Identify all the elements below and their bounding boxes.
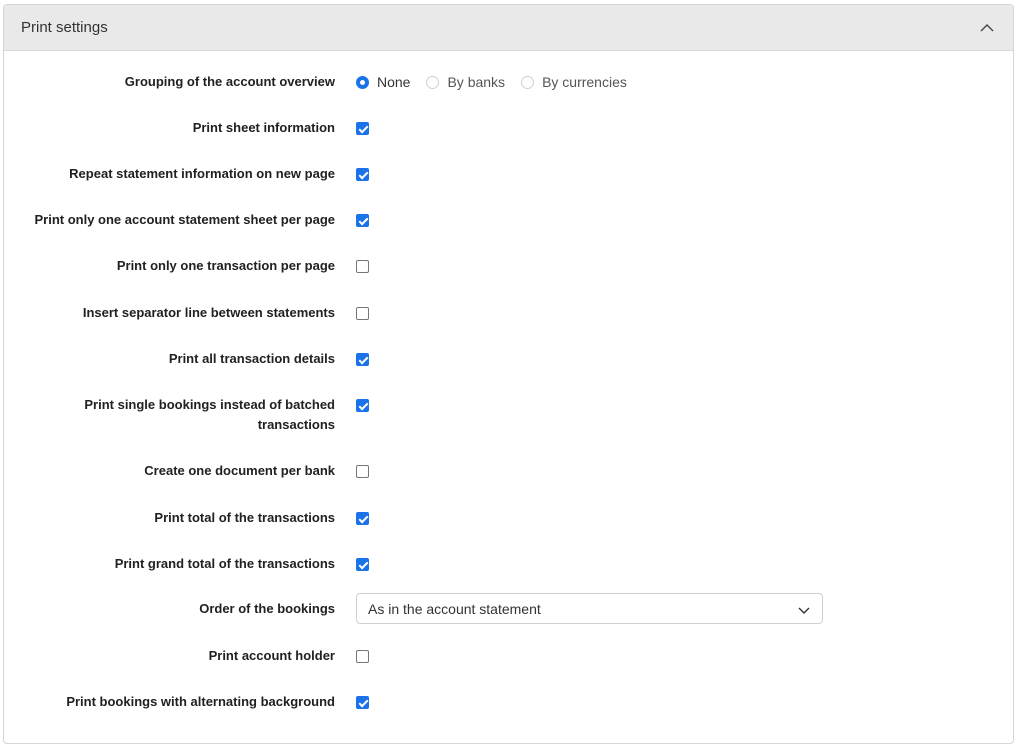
print-settings-panel: Print settings Grouping of the account o… bbox=[3, 4, 1014, 744]
setting-label: Print sheet information bbox=[192, 120, 335, 135]
setting-label: Print grand total of the transactions bbox=[114, 556, 335, 571]
grouping-radio-group: None By banks By currencies bbox=[356, 72, 643, 92]
grouping-label: Grouping of the account overview bbox=[124, 74, 335, 89]
setting-row: Print all transaction details bbox=[4, 349, 1013, 369]
setting-row: Print only one account statement sheet p… bbox=[4, 210, 1013, 230]
radio-option-by-banks[interactable]: By banks bbox=[426, 74, 505, 90]
setting-label: Print only one transaction per page bbox=[116, 258, 335, 273]
setting-row: Print single bookings instead of batched… bbox=[4, 395, 1013, 435]
setting-row: Create one document per bank bbox=[4, 461, 1013, 481]
setting-label: Create one document per bank bbox=[144, 463, 335, 478]
chevron-up-icon[interactable] bbox=[977, 18, 997, 38]
setting-row: Print bookings with alternating backgrou… bbox=[4, 692, 1013, 712]
radio-option-by-currencies[interactable]: By currencies bbox=[521, 74, 627, 90]
order-select-value: As in the account statement bbox=[368, 600, 541, 617]
grouping-row: Grouping of the account overview None By… bbox=[4, 72, 1013, 92]
panel-header[interactable]: Print settings bbox=[4, 5, 1013, 51]
setting-checkbox[interactable] bbox=[356, 307, 369, 320]
chevron-down-icon bbox=[798, 601, 810, 617]
setting-checkbox[interactable] bbox=[356, 214, 369, 227]
setting-checkbox[interactable] bbox=[356, 512, 369, 525]
radio-by-banks[interactable] bbox=[426, 75, 440, 89]
setting-label: Repeat statement information on new page bbox=[69, 166, 335, 181]
setting-row: Print grand total of the transactions bbox=[4, 554, 1013, 574]
setting-label: Print single bookings instead of batched… bbox=[84, 397, 335, 432]
radio-none[interactable] bbox=[356, 75, 369, 89]
setting-label: Print all transaction details bbox=[168, 351, 335, 366]
order-select[interactable]: As in the account statement bbox=[356, 593, 823, 624]
radio-option-none[interactable]: None bbox=[356, 74, 410, 90]
setting-checkbox[interactable] bbox=[356, 260, 369, 273]
setting-label: Print only one account statement sheet p… bbox=[34, 212, 335, 227]
setting-checkbox[interactable] bbox=[356, 696, 369, 709]
setting-checkbox[interactable] bbox=[356, 558, 369, 571]
order-label: Order of the bookings bbox=[199, 601, 335, 616]
radio-by-currencies-label: By currencies bbox=[542, 74, 627, 90]
setting-label: Insert separator line between statements bbox=[82, 305, 335, 320]
setting-label: Print bookings with alternating backgrou… bbox=[66, 694, 335, 709]
setting-checkbox[interactable] bbox=[356, 122, 369, 135]
setting-row: Insert separator line between statements bbox=[4, 303, 1013, 323]
setting-checkbox[interactable] bbox=[356, 399, 369, 412]
setting-checkbox[interactable] bbox=[356, 168, 369, 181]
setting-checkbox[interactable] bbox=[356, 650, 369, 663]
setting-row: Print only one transaction per page bbox=[4, 256, 1013, 276]
setting-row: Repeat statement information on new page bbox=[4, 164, 1013, 184]
radio-by-banks-label: By banks bbox=[447, 74, 506, 90]
setting-checkbox[interactable] bbox=[356, 353, 369, 366]
radio-by-currencies[interactable] bbox=[521, 75, 535, 89]
setting-checkbox[interactable] bbox=[356, 465, 369, 478]
order-row: Order of the bookings As in the account … bbox=[4, 593, 1013, 624]
setting-row: Print total of the transactions bbox=[4, 508, 1013, 528]
setting-row: Print sheet information bbox=[4, 118, 1013, 138]
setting-row: Print account holder bbox=[4, 646, 1013, 666]
panel-title: Print settings bbox=[21, 19, 108, 36]
setting-label: Print total of the transactions bbox=[154, 510, 335, 525]
radio-none-label: None bbox=[377, 74, 411, 90]
setting-label: Print account holder bbox=[208, 648, 335, 663]
